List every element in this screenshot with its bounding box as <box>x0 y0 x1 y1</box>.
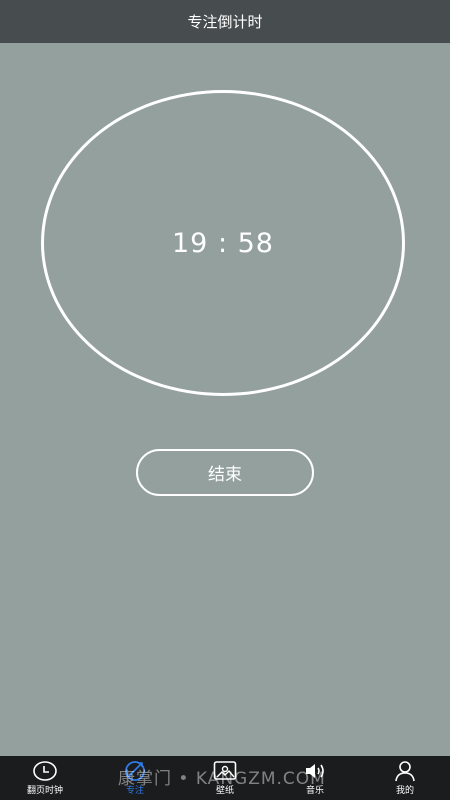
tab-label: 音乐 <box>305 786 324 796</box>
person-icon <box>395 761 415 782</box>
bottom-tab-bar: 翻页时钟 专注 壁纸 音乐 我的 <box>0 756 450 800</box>
speaker-icon <box>306 764 324 778</box>
clock-icon <box>33 761 57 781</box>
page-title: 专注倒计时 <box>187 13 263 31</box>
top-bar: 专注倒计时 <box>0 0 450 43</box>
tab-flip-clock[interactable]: 翻页时钟 <box>0 756 90 800</box>
tab-label: 我的 <box>395 786 414 796</box>
tab-wallpaper[interactable]: 壁纸 <box>180 756 270 800</box>
tab-label: 专注 <box>125 786 144 796</box>
tab-focus[interactable]: 专注 <box>90 756 180 800</box>
end-button[interactable]: 结束 <box>136 449 314 496</box>
focus-icon <box>125 761 145 781</box>
tab-label: 翻页时钟 <box>26 786 63 796</box>
countdown-display: 19 : 58 <box>172 227 274 259</box>
tab-profile[interactable]: 我的 <box>360 756 450 800</box>
end-button-label: 结束 <box>208 465 242 485</box>
image-icon <box>213 761 237 780</box>
timer-ring: 19 : 58 <box>41 90 405 396</box>
tab-label: 壁纸 <box>215 786 234 796</box>
tab-music[interactable]: 音乐 <box>270 756 360 800</box>
